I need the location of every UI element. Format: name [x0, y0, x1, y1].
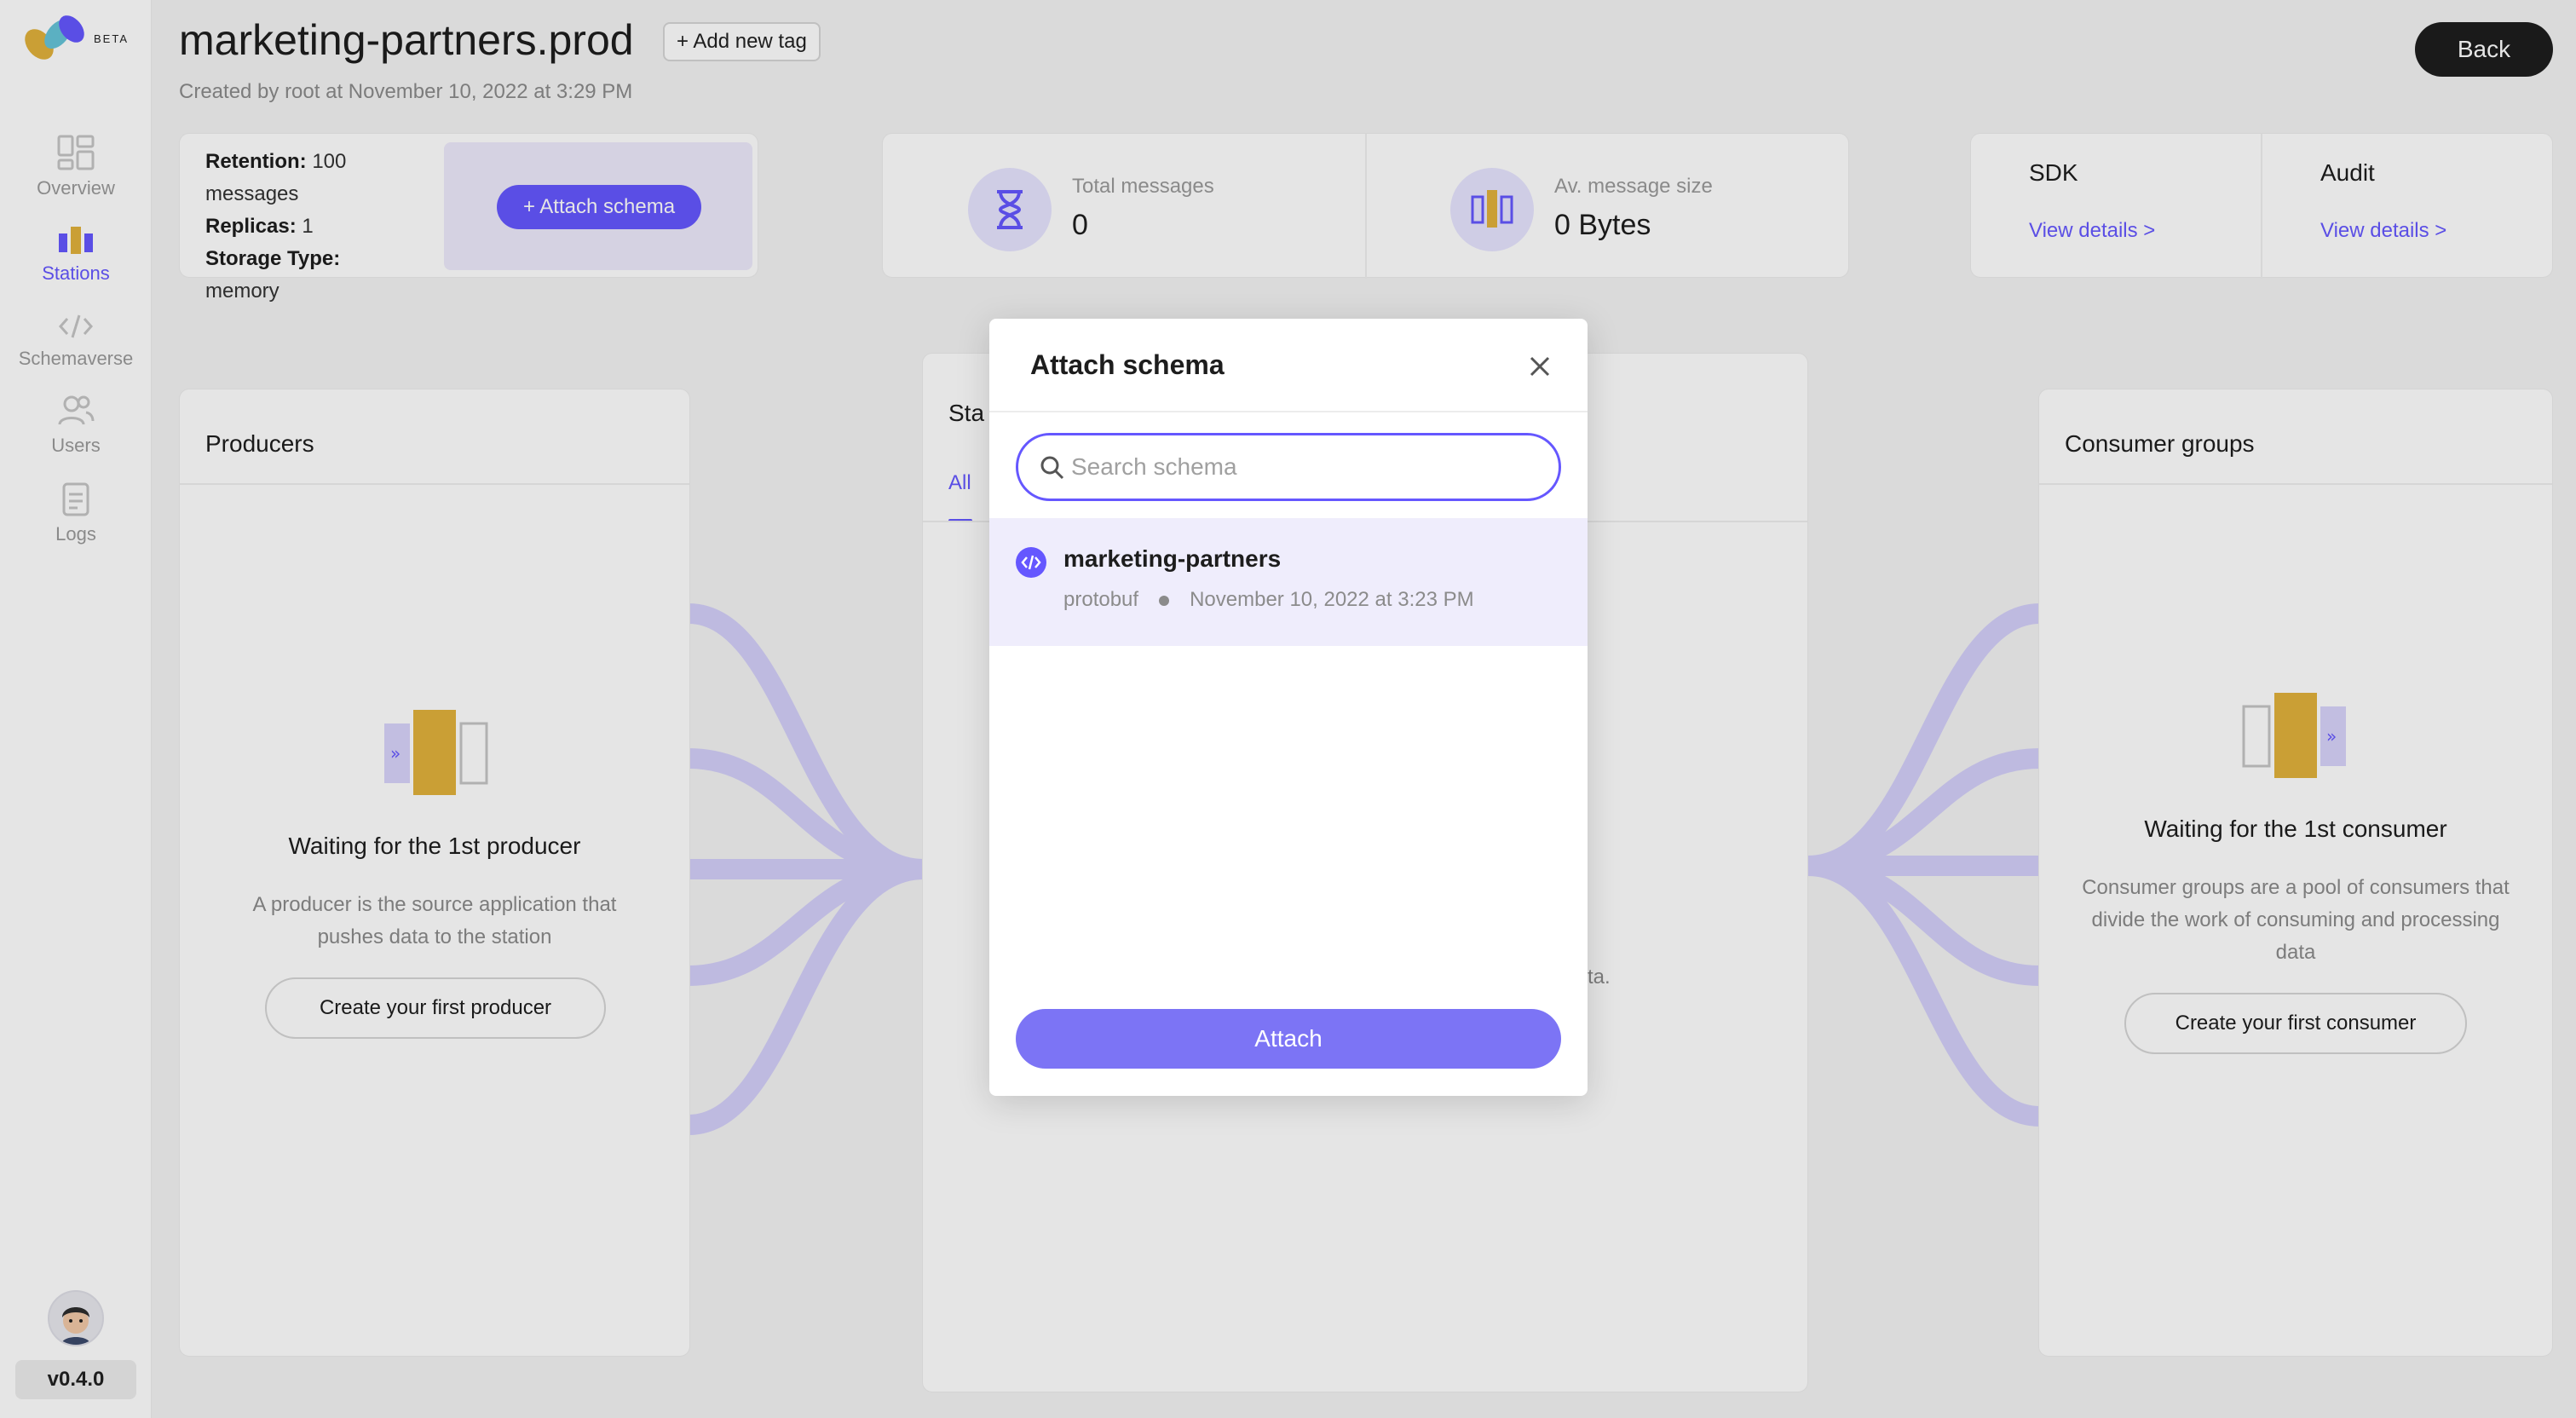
schema-meta: protobuf November 10, 2022 at 3:23 PM [1063, 588, 1474, 612]
search-icon [1040, 456, 1064, 480]
schema-list-item[interactable]: marketing-partners protobuf November 10, … [989, 518, 1588, 646]
close-icon[interactable] [1523, 349, 1557, 383]
attach-schema-modal: Attach schema marketing-partners protobu… [989, 319, 1588, 1096]
search-schema-input[interactable] [1071, 447, 1531, 487]
schema-name: marketing-partners [1063, 545, 1282, 572]
attach-button[interactable]: Attach [1016, 1009, 1561, 1069]
schema-type: protobuf [1063, 588, 1139, 611]
schema-date: November 10, 2022 at 3:23 PM [1190, 588, 1474, 611]
modal-title: Attach schema [1030, 349, 1225, 380]
dot-separator [1159, 595, 1170, 606]
schema-code-icon [1016, 547, 1046, 578]
divider [989, 411, 1588, 412]
search-box [1016, 433, 1561, 501]
